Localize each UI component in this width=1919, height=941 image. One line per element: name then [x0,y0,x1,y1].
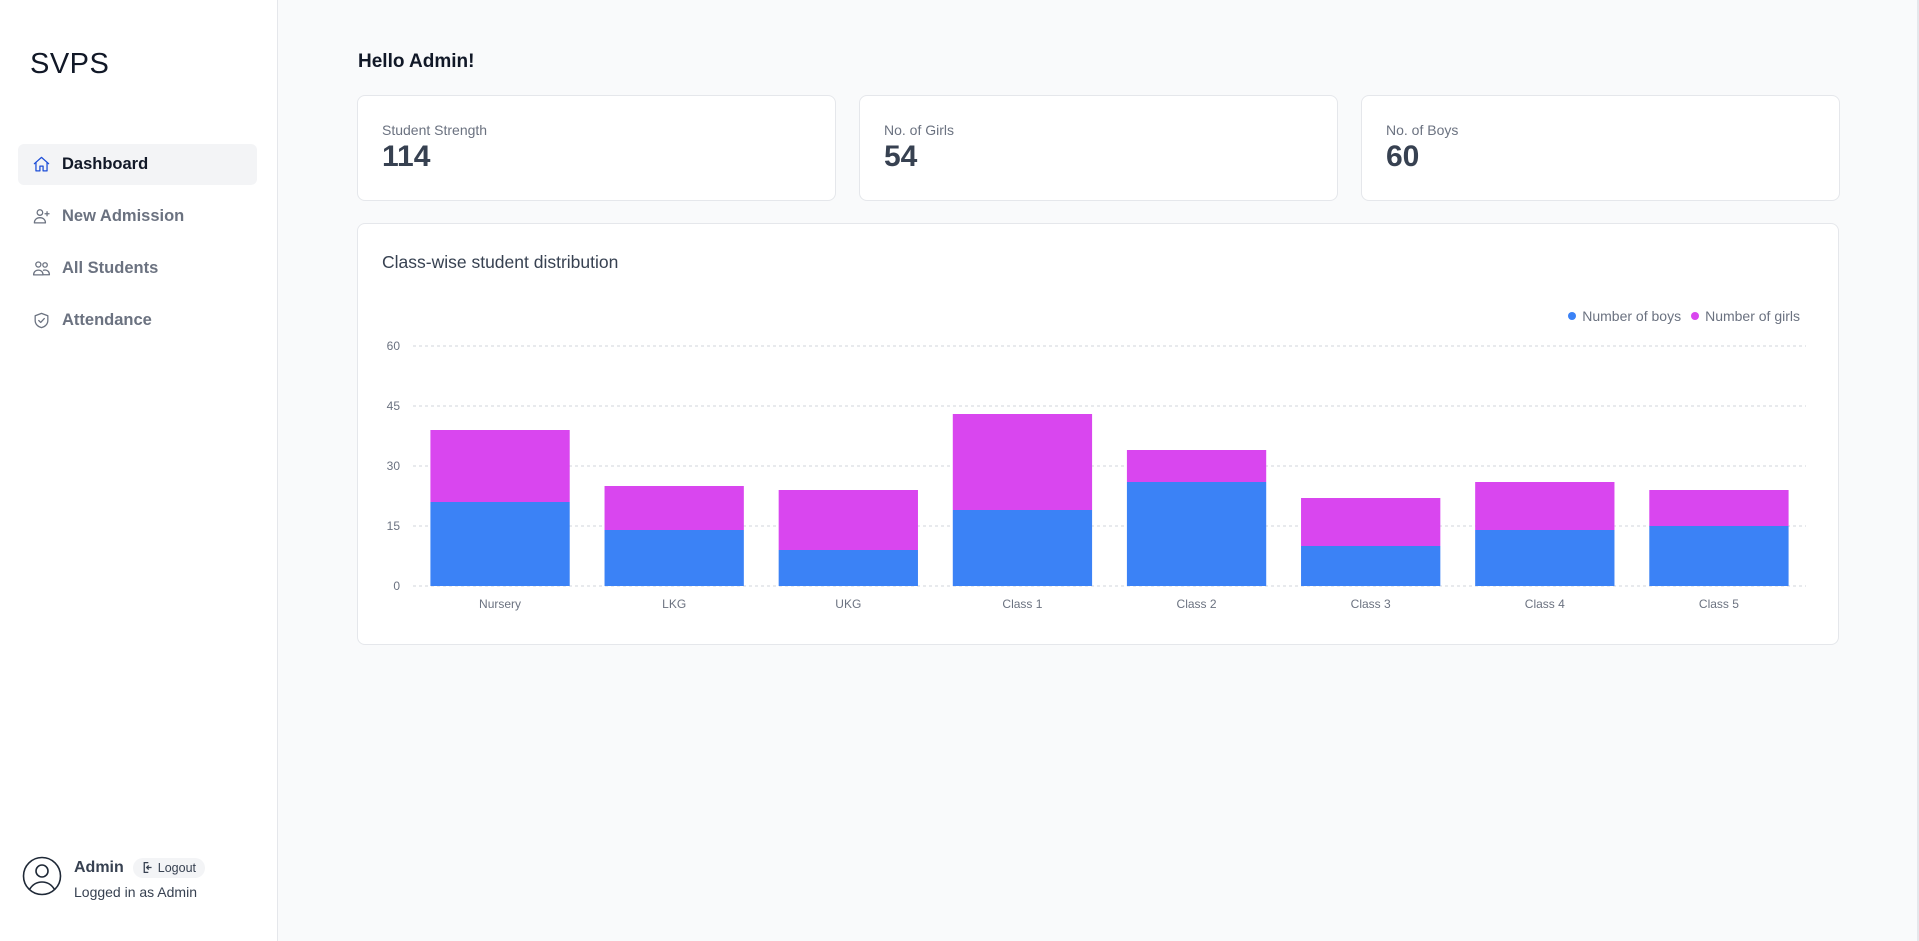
logout-icon [143,861,152,874]
bar-boys [604,530,744,586]
x-tick-label: Class 5 [1699,597,1739,611]
legend-item-boys[interactable]: Number of boys [1568,308,1681,324]
user-plus-icon [31,207,51,227]
user-row: Admin Logout [74,857,206,878]
y-tick-label: 0 [393,579,400,593]
logout-label: Logout [157,860,197,875]
bar-boys [1475,530,1615,586]
stat-value: 60 [1386,140,1420,173]
stat-card-girls: No. of Girls 54 [859,95,1338,201]
bar-girls [1301,498,1441,546]
bar-girls [1475,482,1615,530]
user-status: Logged in as Admin [74,883,197,900]
home-icon [31,155,51,175]
bar-girls [430,430,570,502]
sidebar: SVPS Dashboard New Admission All Student… [0,0,278,941]
sidebar-item-label: Attendance [62,311,152,329]
x-tick-label: LKG [662,597,686,611]
sidebar-item-dashboard[interactable]: Dashboard [18,144,257,185]
stat-value: 54 [884,140,918,173]
stat-label: No. of Boys [1386,122,1459,138]
page-greeting: Hello Admin! [358,51,475,72]
bar-boys [1126,482,1267,586]
sidebar-item-label: New Admission [62,207,185,225]
legend-label: Number of boys [1582,308,1682,324]
y-tick-label: 30 [387,459,401,473]
chart-legend: Number of boys Number of girls [1558,308,1800,324]
x-tick-label: UKG [835,597,861,611]
brand-logo: SVPS [30,48,110,80]
legend-item-girls[interactable]: Number of girls [1691,308,1800,324]
bar-girls [1126,450,1267,482]
y-tick-label: 60 [387,339,401,353]
chart-card: 0 15 30 45 60 Nursery LKG UKG Class 1 Class 2 Clas… [357,223,1839,645]
chart-title: Class-wise student distribution [382,252,619,272]
bar-boys [778,550,918,586]
sidebar-item-label: All Students [62,259,159,277]
sidebar-item-new-admission[interactable]: New Admission [18,196,257,237]
bar-boys [952,510,1093,586]
bar-girls [952,414,1093,510]
stat-label: Student Strength [382,122,488,138]
user-name: Admin [74,858,124,876]
sidebar-item-attendance[interactable]: Attendance [18,300,257,341]
bar-boys [1649,526,1789,586]
bar-girls [778,490,918,550]
user-info: Admin Logout Logged in as Admin [74,857,206,900]
y-tick-label: 45 [387,399,401,413]
stat-value: 114 [382,140,431,173]
sidebar-nav: Dashboard New Admission All Students Att… [18,144,257,352]
sidebar-item-label: Dashboard [62,155,149,173]
x-tick-label: Class 2 [1177,597,1217,611]
x-tick-label: Class 4 [1525,597,1565,611]
x-tick-label: Class 1 [1002,597,1042,611]
shield-check-icon [31,311,51,331]
sidebar-item-all-students[interactable]: All Students [18,248,257,289]
legend-dot-girls [1691,312,1700,320]
bar-boys [1301,546,1441,586]
user-panel: Admin Logout Logged in as Admin [22,856,206,901]
bar-boys [430,502,570,586]
stacked-bar-chart: 0 15 30 45 60 Nursery LKG UKG Class 1 Class 2 Clas… [387,339,1806,611]
bar-girls [1649,490,1789,526]
x-tick-label: Nursery [479,597,521,611]
bar-girls [604,486,744,530]
stat-label: No. of Girls [884,122,955,138]
avatar-icon [22,856,62,901]
legend-label: Number of girls [1705,308,1800,324]
users-icon [31,259,51,279]
legend-dot-boys [1568,312,1577,320]
y-tick-label: 15 [387,519,401,533]
logout-button[interactable]: Logout [132,857,206,878]
x-tick-label: Class 3 [1351,597,1391,611]
stat-card-boys: No. of Boys 60 [1361,95,1840,201]
stat-card-student-strength: Student Strength 114 [357,95,836,201]
